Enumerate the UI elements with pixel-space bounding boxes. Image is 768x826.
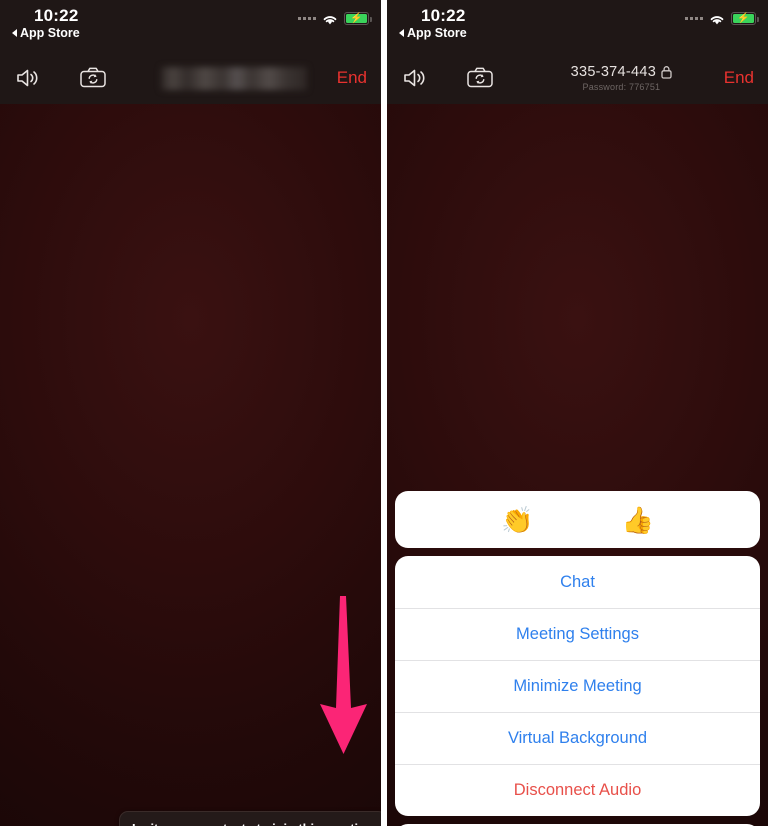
invite-tooltip: Invite your contacts to join this meetin… xyxy=(119,811,381,826)
action-item-chat[interactable]: Chat xyxy=(395,556,760,608)
back-to-app-store[interactable]: App Store xyxy=(399,26,467,40)
meeting-title-wrap-left xyxy=(142,66,327,90)
video-stage-left[interactable]: Invite your contacts to join this meetin… xyxy=(0,104,381,826)
back-label: App Store xyxy=(20,26,80,40)
call-header-right: 335-374-443 Password: 776751 End xyxy=(387,52,768,104)
more-action-sheet: 👏 👍 Chat Meeting Settings Minimize Meeti… xyxy=(395,491,760,826)
signal-dots-icon xyxy=(685,17,703,20)
action-item-minimize-meeting[interactable]: Minimize Meeting xyxy=(395,660,760,712)
speaker-icon[interactable] xyxy=(401,65,431,91)
signal-dots-icon xyxy=(298,17,316,20)
triangle-left-icon xyxy=(399,29,404,37)
right-phone-panel: 10:22 App Store ⚡ 335-374-443 Password: … xyxy=(387,0,768,826)
action-item-meeting-settings[interactable]: Meeting Settings xyxy=(395,608,760,660)
status-bar-right: 10:22 App Store ⚡ xyxy=(387,0,768,52)
status-indicators: ⚡ xyxy=(298,12,372,25)
wifi-icon xyxy=(322,13,338,25)
end-button[interactable]: End xyxy=(714,68,754,88)
left-phone-panel: 10:22 App Store ⚡ End xyxy=(0,0,381,826)
back-label: App Store xyxy=(407,26,467,40)
screenshot-stage: 10:22 App Store ⚡ End 10:22 App Store ⚡ … xyxy=(0,0,768,826)
camera-flip-icon[interactable] xyxy=(465,65,495,91)
video-stage-right[interactable]: Mute Stop Video Share Content Participan… xyxy=(387,104,768,826)
action-sheet-items: Chat Meeting Settings Minimize Meeting V… xyxy=(395,556,760,816)
end-button[interactable]: End xyxy=(327,68,367,88)
meeting-id: 335-374-443 xyxy=(570,64,657,80)
action-item-virtual-background[interactable]: Virtual Background xyxy=(395,712,760,764)
meeting-password: Password: 776751 xyxy=(582,82,661,92)
speaker-icon[interactable] xyxy=(14,65,44,91)
meeting-title-wrap-right: 335-374-443 Password: 776751 xyxy=(529,64,714,92)
reactions-group: 👏 👍 xyxy=(395,491,760,548)
wifi-icon xyxy=(709,13,725,25)
action-item-disconnect-audio[interactable]: Disconnect Audio xyxy=(395,764,760,816)
status-bar-left: 10:22 App Store ⚡ xyxy=(0,0,381,52)
reactions-row: 👏 👍 xyxy=(395,491,760,548)
meeting-id-row: 335-374-443 xyxy=(571,64,673,80)
call-header-left: End xyxy=(0,52,381,104)
status-indicators: ⚡ xyxy=(685,12,759,25)
meeting-title-redacted xyxy=(161,66,308,90)
battery-charging-icon: ⚡ xyxy=(344,12,372,25)
lock-icon xyxy=(661,65,672,79)
camera-flip-icon[interactable] xyxy=(78,65,108,91)
clapping-hands-emoji[interactable]: 👏 xyxy=(501,507,533,533)
battery-charging-icon: ⚡ xyxy=(731,12,759,25)
thumbs-up-emoji[interactable]: 👍 xyxy=(622,507,654,533)
triangle-left-icon xyxy=(12,29,17,37)
back-to-app-store[interactable]: App Store xyxy=(12,26,80,40)
